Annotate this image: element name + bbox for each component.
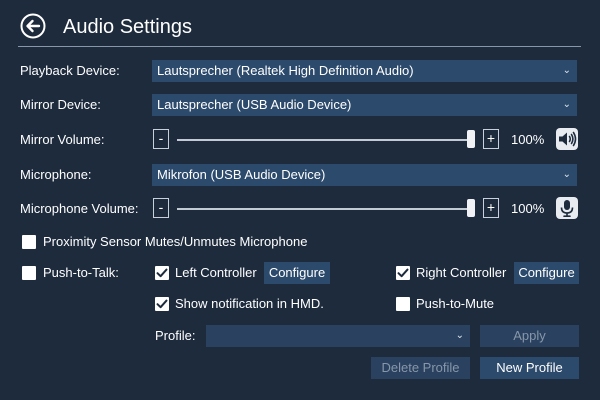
back-arrow-icon [20, 13, 46, 39]
checkmark-icon [156, 268, 168, 278]
mirror-mute-button[interactable] [556, 128, 578, 150]
microphone-volume-percent: 100% [511, 201, 545, 216]
profile-select[interactable]: ⌄ [206, 325, 470, 347]
show-notification-checkbox[interactable] [155, 297, 169, 311]
chevron-down-icon: ⌄ [562, 65, 571, 76]
proximity-label: Proximity Sensor Mutes/Unmutes Microphon… [43, 234, 308, 249]
left-controller-checkbox[interactable] [155, 266, 169, 280]
checkmark-icon [156, 299, 168, 309]
page-title: Audio Settings [63, 16, 192, 38]
right-controller-configure-button[interactable]: Configure [514, 262, 579, 284]
mirror-volume-percent: 100% [511, 132, 545, 147]
microphone-volume-increase-button[interactable]: + [483, 198, 499, 218]
microphone-volume-label: Microphone Volume: [20, 201, 139, 216]
microphone-icon [560, 200, 574, 217]
microphone-volume-slider-thumb[interactable] [467, 199, 475, 217]
microphone-select[interactable]: Mikrofon (USB Audio Device) ⌄ [152, 164, 577, 186]
back-button[interactable] [20, 13, 46, 39]
apply-button[interactable]: Apply [480, 325, 579, 347]
mirror-volume-label: Mirror Volume: [20, 132, 105, 147]
microphone-volume-slider-track[interactable] [177, 208, 475, 210]
mirror-volume-slider-track[interactable] [177, 139, 475, 141]
speaker-icon [559, 131, 577, 147]
push-to-mute-checkbox[interactable] [396, 297, 410, 311]
new-profile-button[interactable]: New Profile [480, 357, 579, 379]
push-to-talk-checkbox[interactable] [22, 266, 36, 280]
mirror-volume-increase-button[interactable]: + [483, 129, 499, 149]
microphone-mute-button[interactable] [556, 197, 578, 219]
delete-profile-button[interactable]: Delete Profile [371, 357, 470, 379]
profile-label: Profile: [155, 328, 196, 343]
mirror-volume-decrease-button[interactable]: - [153, 129, 169, 149]
mirror-volume-slider-thumb[interactable] [467, 130, 475, 148]
chevron-down-icon: ⌄ [562, 99, 571, 110]
push-to-talk-label: Push-to-Talk: [43, 265, 119, 280]
show-notification-label: Show notification in HMD. [175, 296, 324, 311]
right-controller-label: Right Controller [416, 265, 507, 280]
playback-device-select[interactable]: Lautsprecher (Realtek High Definition Au… [152, 60, 577, 82]
mirror-device-select[interactable]: Lautsprecher (USB Audio Device) ⌄ [152, 94, 577, 116]
checkmark-icon [397, 268, 409, 278]
push-to-mute-label: Push-to-Mute [416, 296, 495, 311]
header-divider [18, 46, 581, 47]
playback-device-value: Lautsprecher (Realtek High Definition Au… [157, 63, 414, 78]
left-controller-label: Left Controller [175, 265, 257, 280]
chevron-down-icon: ⌄ [455, 330, 464, 341]
mirror-device-label: Mirror Device: [20, 97, 101, 112]
mirror-device-value: Lautsprecher (USB Audio Device) [157, 97, 352, 112]
microphone-volume-decrease-button[interactable]: - [153, 198, 169, 218]
playback-device-label: Playback Device: [20, 63, 120, 78]
proximity-checkbox[interactable] [22, 235, 36, 249]
microphone-value: Mikrofon (USB Audio Device) [157, 167, 326, 182]
right-controller-checkbox[interactable] [396, 266, 410, 280]
microphone-label: Microphone: [20, 167, 92, 182]
chevron-down-icon: ⌄ [562, 169, 571, 180]
left-controller-configure-button[interactable]: Configure [264, 262, 330, 284]
